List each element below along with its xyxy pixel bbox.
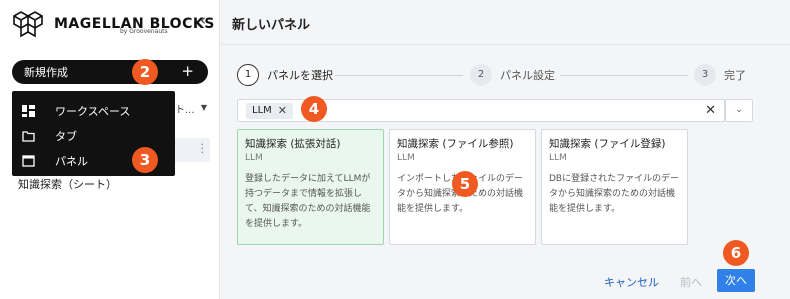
kebab-menu-icon[interactable]: · · · (201, 139, 205, 158)
step-label: パネルを選択 (267, 69, 333, 82)
chevron-down-icon: ⌄ (735, 105, 743, 115)
sidebar: MAGELLAN BLOCKS by Groovenauts ‹ 新規作成 + … (0, 0, 220, 299)
step-label: 完了 (724, 69, 746, 82)
step-number: 3 (694, 64, 716, 86)
card-tag: LLM (397, 153, 415, 163)
dropdown-item-workspace[interactable]: ワークスペース (12, 98, 175, 123)
callout-marker: 5 (452, 171, 478, 197)
clear-icon[interactable]: ✕ (705, 103, 716, 118)
cancel-button[interactable]: キャンセル (604, 274, 659, 290)
new-create-label: 新規作成 (24, 66, 68, 79)
callout-marker: 4 (301, 96, 327, 122)
step-connector (560, 75, 688, 76)
filter-chip: LLM ✕ (246, 103, 293, 119)
prev-button[interactable]: 前へ (680, 274, 702, 290)
sidebar-item-label[interactable]: 知識探索（シート） (18, 176, 117, 192)
new-create-button[interactable]: 新規作成 + (12, 60, 208, 84)
step-connector (335, 75, 463, 76)
plus-icon: + (181, 62, 194, 80)
dropdown-item-label: パネル (55, 154, 88, 168)
card-title: 知識探索 (ファイル参照) (397, 138, 514, 150)
header-divider (221, 44, 790, 45)
collapse-sidebar-button[interactable]: ‹ (196, 13, 210, 28)
callout-marker: 6 (723, 240, 749, 266)
step-select-panel: 1 パネルを選択 (237, 64, 333, 86)
chip-remove-icon[interactable]: ✕ (278, 103, 287, 119)
dropdown-item-label: タブ (55, 129, 77, 143)
logo: MAGELLAN BLOCKS (12, 10, 215, 38)
callout-marker: 2 (132, 59, 158, 85)
step-complete: 3 完了 (694, 64, 746, 86)
step-number: 2 (470, 64, 492, 86)
card-title: 知識探索 (拡張対話) (245, 138, 341, 150)
page-title: 新しいパネル (232, 18, 311, 33)
workspace-select[interactable]: ト... ▼ (175, 101, 211, 119)
next-button[interactable]: 次へ (717, 269, 755, 292)
callout-marker: 3 (132, 147, 158, 173)
card-tag: LLM (245, 153, 263, 163)
card-description: DBに登録されたファイルのデータから知識探索のための対話機能を提供します。 (549, 174, 680, 214)
card-title: 知識探索 (ファイル登録) (549, 138, 666, 150)
dropdown-item-label: ワークスペース (55, 104, 131, 118)
panel-card-extended-dialogue[interactable]: 知識探索 (拡張対話) LLM 登録したデータに加えてLLMが持つデータまで情報… (237, 129, 384, 245)
step-panel-settings: 2 パネル設定 (470, 64, 555, 86)
card-tag: LLM (549, 153, 567, 163)
caret-down-icon: ▼ (200, 103, 207, 112)
workspace-select-value: ト... (175, 105, 195, 116)
folder-icon (22, 130, 35, 142)
step-label: パネル設定 (500, 69, 555, 82)
filter-expand-button[interactable]: ⌄ (725, 99, 753, 122)
step-number: 1 (237, 64, 259, 86)
filter-chip-label: LLM (252, 105, 272, 116)
logo-icon (13, 11, 43, 38)
logo-subtitle: by Groovenauts (120, 28, 168, 35)
window-icon (22, 154, 35, 167)
panel-card-file-registration[interactable]: 知識探索 (ファイル登録) LLM DBに登録されたファイルのデータから知識探索… (541, 129, 688, 245)
card-description: 登録したデータに加えてLLMが持つデータまで情報を拡張して、知識探索のための対話… (245, 174, 371, 229)
dropdown-item-tab[interactable]: タブ (12, 123, 175, 148)
grid-icon (22, 104, 35, 117)
